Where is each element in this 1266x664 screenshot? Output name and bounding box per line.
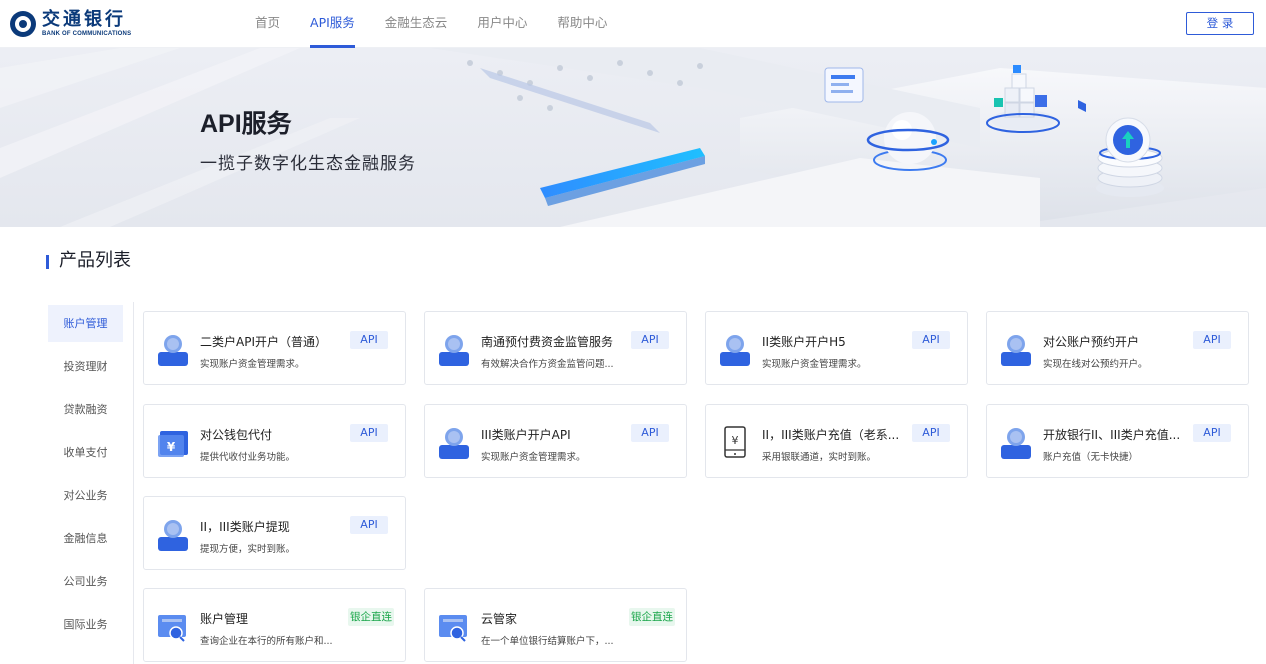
api-tag: API bbox=[912, 331, 950, 349]
sidebar-item-international[interactable]: 国际业务 bbox=[48, 606, 123, 643]
card-description: 实现在线对公预约开户。 bbox=[1043, 359, 1148, 370]
api-tag: API bbox=[631, 424, 669, 442]
hero-banner: API服务 一揽子数字化生态金融服务 bbox=[0, 48, 1266, 227]
svg-text:¥: ¥ bbox=[732, 434, 739, 447]
api-tag: API bbox=[350, 516, 388, 534]
banner-illustration bbox=[0, 48, 1266, 227]
card-description: 有效解决合作方资金监管问题... bbox=[481, 359, 614, 370]
login-button[interactable]: 登 录 bbox=[1186, 12, 1254, 35]
card-description: 提供代收付业务功能。 bbox=[200, 452, 296, 463]
api-tag: API bbox=[912, 424, 950, 442]
card-description: 实现账户资金管理需求。 bbox=[481, 452, 586, 463]
api-tag: API bbox=[1193, 424, 1231, 442]
card-title: 账户管理 bbox=[200, 612, 249, 626]
product-card[interactable]: II，III类账户提现 提现方便，实时到账。 API bbox=[143, 496, 406, 570]
card-description: 账户充值（无卡快捷） bbox=[1043, 452, 1139, 463]
sidebar-item-account-management[interactable]: 账户管理 bbox=[48, 305, 123, 342]
card-description: 实现账户资金管理需求。 bbox=[200, 359, 305, 370]
api-tag: API bbox=[1193, 331, 1231, 349]
nav-home[interactable]: 首页 bbox=[255, 0, 280, 48]
sidebar-item-company-business[interactable]: 公司业务 bbox=[48, 563, 123, 600]
top-header: 交通银行 BANK OF COMMUNICATIONS 首页 API服务 金融生… bbox=[0, 0, 1266, 48]
sidebar-item-investment[interactable]: 投资理财 bbox=[48, 348, 123, 385]
product-card[interactable]: 南通预付费资金监管服务 有效解决合作方资金监管问题... API bbox=[424, 311, 687, 385]
card-title: 对公账户预约开户 bbox=[1043, 335, 1140, 349]
card-description: 提现方便，实时到账。 bbox=[200, 544, 296, 555]
sidebar-item-financial-info[interactable]: 金融信息 bbox=[48, 520, 123, 557]
card-description: 采用银联通道，实时到账。 bbox=[762, 452, 877, 463]
product-card[interactable]: 云管家 在一个单位银行结算账户下，... 银企直连 bbox=[424, 588, 687, 662]
api-tag: API bbox=[350, 424, 388, 442]
yuan-card-icon: ¥ bbox=[158, 431, 188, 457]
product-card[interactable]: ¥ II，III类账户充值（老系... 采用银联通道，实时到账。 API bbox=[705, 404, 968, 478]
card-title: 南通预付费资金监管服务 bbox=[481, 335, 614, 349]
logo-text: 交通银行 BANK OF COMMUNICATIONS bbox=[42, 9, 132, 38]
card-title: 开放银行II、III类户充值... bbox=[1043, 428, 1181, 442]
card-title: 云管家 bbox=[481, 612, 518, 626]
person-icon bbox=[1001, 428, 1031, 459]
product-card[interactable]: 账户管理 查询企业在本行的所有账户和... 银企直连 bbox=[143, 588, 406, 662]
nav-api-service[interactable]: API服务 bbox=[310, 0, 355, 48]
account-search-icon bbox=[158, 615, 186, 642]
card-description: 在一个单位银行结算账户下，... bbox=[481, 636, 614, 647]
api-tag: API bbox=[350, 331, 388, 349]
card-title: II，III类账户充值（老系... bbox=[762, 428, 900, 442]
logo-en-text: BANK OF COMMUNICATIONS bbox=[42, 31, 132, 37]
card-title: II，III类账户提现 bbox=[200, 520, 290, 534]
card-title: III类账户开户API bbox=[481, 428, 571, 442]
product-card[interactable]: III类账户开户API 实现账户资金管理需求。 API bbox=[424, 404, 687, 478]
person-icon bbox=[439, 335, 469, 366]
person-icon bbox=[158, 520, 188, 551]
main-nav: 首页 API服务 金融生态云 用户中心 帮助中心 bbox=[255, 0, 637, 48]
product-card[interactable]: 对公账户预约开户 实现在线对公预约开户。 API bbox=[986, 311, 1249, 385]
card-description: 实现账户资金管理需求。 bbox=[762, 359, 867, 370]
account-search-icon bbox=[439, 615, 467, 642]
nav-finance-cloud[interactable]: 金融生态云 bbox=[385, 0, 448, 48]
api-tag: API bbox=[631, 331, 669, 349]
product-card[interactable]: II类账户开户H5 实现账户资金管理需求。 API bbox=[705, 311, 968, 385]
sidebar-divider bbox=[133, 302, 134, 664]
card-title: 二类户API开户（普通） bbox=[200, 335, 327, 349]
sidebar-item-corporate[interactable]: 对公业务 bbox=[48, 477, 123, 514]
person-icon bbox=[158, 335, 188, 366]
banner-subtitle: 一揽子数字化生态金融服务 bbox=[200, 154, 416, 174]
svg-text:¥: ¥ bbox=[167, 440, 176, 454]
product-card[interactable]: ¥ 对公钱包代付 提供代收付业务功能。 API bbox=[143, 404, 406, 478]
card-title: II类账户开户H5 bbox=[762, 335, 846, 349]
nav-user-center[interactable]: 用户中心 bbox=[477, 0, 527, 48]
bank-logo-icon bbox=[10, 11, 36, 37]
sidebar-item-loans[interactable]: 贷款融资 bbox=[48, 391, 123, 428]
sidebar-item-payment[interactable]: 收单支付 bbox=[48, 434, 123, 471]
category-sidebar: 账户管理 投资理财 贷款融资 收单支付 对公业务 金融信息 公司业务 国际业务 bbox=[48, 305, 123, 649]
card-description: 查询企业在本行的所有账户和... bbox=[200, 636, 333, 647]
bank-logo[interactable]: 交通银行 BANK OF COMMUNICATIONS bbox=[10, 9, 160, 39]
logo-cn-text: 交通银行 bbox=[42, 9, 126, 30]
person-icon bbox=[439, 428, 469, 459]
product-card[interactable]: 二类户API开户（普通） 实现账户资金管理需求。 API bbox=[143, 311, 406, 385]
product-list-title: 产品列表 bbox=[46, 250, 131, 272]
banner-title: API服务 bbox=[200, 110, 292, 138]
product-card[interactable]: 开放银行II、III类户充值... 账户充值（无卡快捷） API bbox=[986, 404, 1249, 478]
person-icon bbox=[720, 335, 750, 366]
nav-help-center[interactable]: 帮助中心 bbox=[557, 0, 607, 48]
bank-enterprise-direct-tag: 银企直连 bbox=[629, 608, 675, 626]
person-icon bbox=[1001, 335, 1031, 366]
card-title: 对公钱包代付 bbox=[200, 428, 273, 442]
yuan-phone-icon: ¥ bbox=[724, 426, 746, 458]
bank-enterprise-direct-tag: 银企直连 bbox=[348, 608, 394, 626]
